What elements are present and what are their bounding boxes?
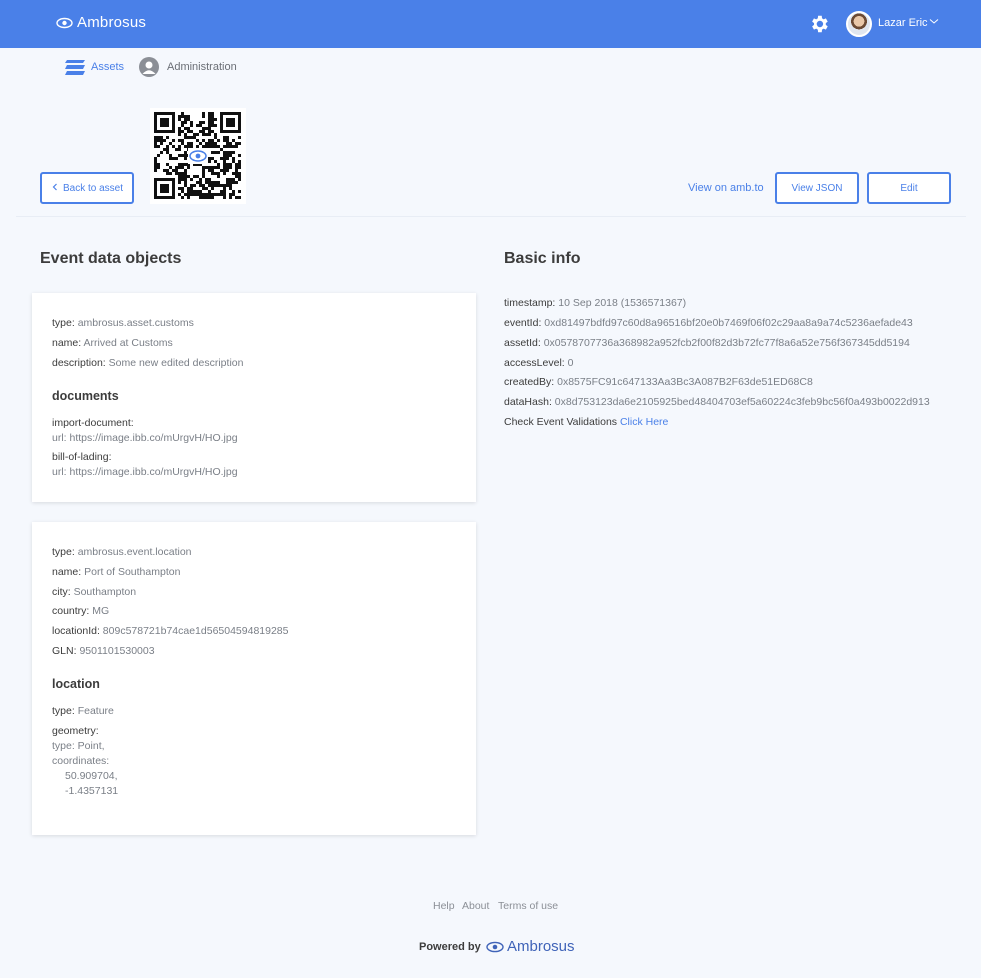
kv-location-type: type: Feature xyxy=(52,705,114,717)
kv-description: description: Some new edited description xyxy=(52,357,244,369)
eye-logo-icon xyxy=(56,17,73,28)
info-timestamp: timestamp: 10 Sep 2018 (1536571367) xyxy=(504,297,687,309)
info-asset-id: assetId: 0x0578707736a368982a952fcb2f00f… xyxy=(504,337,910,349)
nav-assets[interactable]: Assets xyxy=(91,61,124,73)
footer-about-link[interactable]: About xyxy=(462,900,489,912)
kv-location-id: locationId: 809c578721b74cae1d5650459481… xyxy=(52,625,289,637)
edit-button[interactable]: Edit xyxy=(867,172,951,204)
qr-code xyxy=(150,108,246,204)
info-created-by: createdBy: 0x8575FC91c647133Aa3Bc3A087B2… xyxy=(504,376,813,388)
nav-administration[interactable]: Administration xyxy=(167,61,237,73)
kv-gln: GLN: 9501101530003 xyxy=(52,645,155,657)
assets-icon[interactable] xyxy=(64,60,85,75)
event-data-title: Event data objects xyxy=(40,250,182,267)
kv-name: name: Port of Southampton xyxy=(52,566,181,578)
kv-type: type: ambrosus.event.location xyxy=(52,546,192,558)
footer-brand-logo: Ambrosus xyxy=(486,938,575,955)
event-object-card: type: ambrosus.event.location name: Port… xyxy=(32,522,476,835)
divider xyxy=(16,216,966,217)
info-access-level: accessLevel: 0 xyxy=(504,357,574,369)
footer-terms-link[interactable]: Terms of use xyxy=(498,900,558,912)
back-to-asset-label: Back to asset xyxy=(62,182,124,194)
kv-name: name: Arrived at Customs xyxy=(52,337,173,349)
doc-import-url: url: https://image.ibb.co/mUrgvH/HO.jpg xyxy=(52,432,238,444)
user-icon[interactable] xyxy=(139,57,159,77)
view-json-button[interactable]: View JSON xyxy=(775,172,859,204)
doc-bill-name: bill-of-lading: xyxy=(52,451,112,463)
location-heading: location xyxy=(52,677,100,691)
geometry-label: geometry: xyxy=(52,725,99,737)
coordinate-value: -1.4357131 xyxy=(65,785,119,797)
info-event-id: eventId: 0xd81497bdfd97c60d8a96516bf20e0… xyxy=(504,317,913,329)
kv-type: type: ambrosus.asset.customs xyxy=(52,317,194,329)
footer-help-link[interactable]: Help xyxy=(433,900,455,912)
user-avatar[interactable] xyxy=(846,11,872,37)
info-check-validations: Check Event Validations Click Here xyxy=(504,416,669,428)
gear-icon[interactable] xyxy=(808,13,830,35)
eye-logo-icon xyxy=(486,941,504,952)
geometry-type: type: Point, xyxy=(52,740,105,752)
top-bar: Ambrosus Lazar Eric xyxy=(0,0,981,48)
documents-heading: documents xyxy=(52,389,119,403)
user-name[interactable]: Lazar Eric xyxy=(878,17,928,29)
doc-bill-url: url: https://image.ibb.co/mUrgvH/HO.jpg xyxy=(52,466,238,478)
back-to-asset-button[interactable]: Back to asset xyxy=(40,172,134,204)
event-object-card: type: ambrosus.asset.customs name: Arriv… xyxy=(32,293,476,502)
coordinate-value: 50.909704, xyxy=(65,770,118,782)
brand-name: Ambrosus xyxy=(77,14,147,31)
chevron-down-icon[interactable] xyxy=(929,16,939,26)
info-data-hash: dataHash: 0x8d753123da6e2105925bed484047… xyxy=(504,396,930,408)
basic-info-title: Basic info xyxy=(504,250,581,267)
chevron-left-icon xyxy=(52,183,57,191)
powered-by-label: Powered by xyxy=(419,941,481,953)
doc-import-name: import-document: xyxy=(52,417,134,429)
kv-country: country: MG xyxy=(52,605,110,617)
brand-logo[interactable]: Ambrosus xyxy=(56,14,146,31)
check-validations-link[interactable]: Click Here xyxy=(620,416,668,428)
footer-brand-name: Ambrosus xyxy=(507,938,575,955)
coordinates-label: coordinates: xyxy=(52,755,110,767)
view-on-amb-link[interactable]: View on amb.to xyxy=(688,182,764,194)
kv-city: city: Southampton xyxy=(52,586,137,598)
